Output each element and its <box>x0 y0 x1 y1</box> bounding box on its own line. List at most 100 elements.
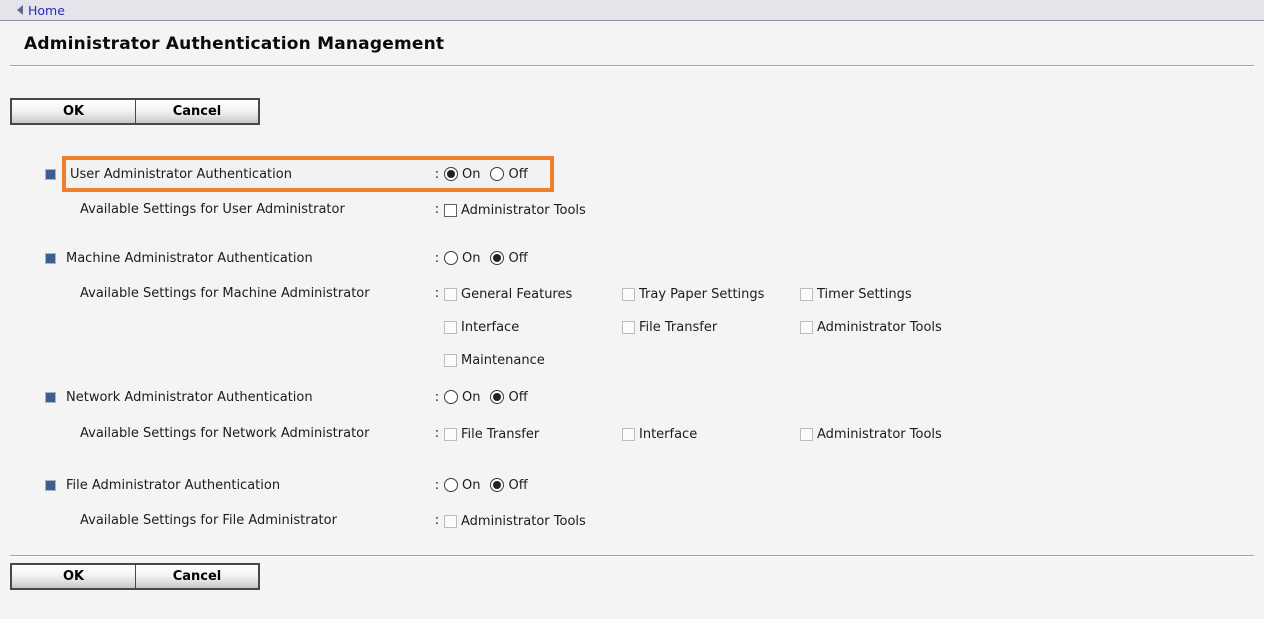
back-arrow-icon <box>17 5 23 15</box>
checkbox-grid: Administrator Tools <box>444 511 989 531</box>
checkbox[interactable] <box>800 321 813 334</box>
section-bullet-icon <box>45 169 56 180</box>
radio-off-label: Off <box>508 251 527 266</box>
radio-on[interactable] <box>444 167 458 181</box>
machine-admin-auth-radio-group: On Off <box>444 251 538 266</box>
checkbox[interactable] <box>444 321 457 334</box>
checkbox-option[interactable]: Tray Paper Settings <box>622 284 800 304</box>
checkbox-option[interactable]: Interface <box>444 317 622 337</box>
available-settings-network-admin: Available Settings for Network Administr… <box>0 424 1264 444</box>
ok-button[interactable]: OK <box>12 565 135 588</box>
section-bullet-icon <box>45 253 56 264</box>
home-link-label: Home <box>28 3 65 18</box>
section-label: Machine Administrator Authentication <box>66 251 430 266</box>
checkbox[interactable] <box>622 428 635 441</box>
available-settings-file-admin: Available Settings for File Administrato… <box>0 511 1264 531</box>
checkbox-label: Administrator Tools <box>817 320 942 335</box>
radio-on[interactable] <box>444 478 458 492</box>
colon-separator: : <box>430 511 444 531</box>
section-bullet-icon <box>45 480 56 491</box>
checkbox-label: Administrator Tools <box>461 203 586 218</box>
file-admin-auth-radio-group: On Off <box>444 478 538 493</box>
top-button-group: OK Cancel <box>10 98 260 125</box>
checkbox-label: Administrator Tools <box>817 427 942 442</box>
section-file-admin: File Administrator Authentication : On O… <box>0 474 1264 496</box>
checkbox-option[interactable]: Administrator Tools <box>444 511 622 531</box>
checkbox-label: File Transfer <box>639 320 717 335</box>
checkbox-option[interactable]: Administrator Tools <box>800 424 978 444</box>
checkbox[interactable] <box>444 515 457 528</box>
bottom-button-group: OK Cancel <box>10 563 260 590</box>
radio-off[interactable] <box>490 251 504 265</box>
title-divider <box>10 65 1254 67</box>
checkbox[interactable] <box>622 288 635 301</box>
section-label: Network Administrator Authentication <box>66 390 430 405</box>
section-network-admin: Network Administrator Authentication : O… <box>0 386 1264 408</box>
radio-on-label: On <box>462 390 480 405</box>
checkbox[interactable] <box>444 354 457 367</box>
section-bullet-icon <box>45 392 56 403</box>
colon-separator: : <box>430 251 444 266</box>
checkbox-option[interactable]: File Transfer <box>622 317 800 337</box>
section-label: User Administrator Authentication <box>70 167 430 182</box>
cancel-button[interactable]: Cancel <box>135 100 258 123</box>
checkbox[interactable] <box>444 204 457 217</box>
section-label: File Administrator Authentication <box>66 478 430 493</box>
radio-on[interactable] <box>444 251 458 265</box>
checkbox-label: File Transfer <box>461 427 539 442</box>
user-admin-auth-radio-group: On Off <box>444 167 538 182</box>
available-settings-label: Available Settings for File Administrato… <box>80 511 430 531</box>
checkbox-option[interactable]: General Features <box>444 284 622 304</box>
checkbox-option[interactable]: Administrator Tools <box>800 317 978 337</box>
checkbox[interactable] <box>800 288 813 301</box>
radio-off-label: Off <box>508 167 527 182</box>
bottom-divider <box>10 555 1254 557</box>
radio-on-label: On <box>462 167 480 182</box>
checkbox-option[interactable]: Interface <box>622 424 800 444</box>
home-link[interactable]: Home <box>17 3 65 18</box>
radio-off[interactable] <box>490 390 504 404</box>
radio-on[interactable] <box>444 390 458 404</box>
radio-off[interactable] <box>490 167 504 181</box>
checkbox-label: Maintenance <box>461 353 545 368</box>
radio-on-label: On <box>462 251 480 266</box>
colon-separator: : <box>430 424 444 444</box>
checkbox[interactable] <box>622 321 635 334</box>
checkbox[interactable] <box>444 428 457 441</box>
radio-off[interactable] <box>490 478 504 492</box>
checkbox-grid: Administrator Tools <box>444 200 989 220</box>
available-settings-user-admin: Available Settings for User Administrato… <box>0 200 1264 220</box>
section-machine-admin: Machine Administrator Authentication : O… <box>0 247 1264 269</box>
radio-off-label: Off <box>508 478 527 493</box>
checkbox[interactable] <box>444 288 457 301</box>
checkbox-option[interactable]: File Transfer <box>444 424 622 444</box>
highlight-box: User Administrator Authentication : On O… <box>62 156 554 192</box>
available-settings-label: Available Settings for User Administrato… <box>80 200 430 220</box>
checkbox-label: Administrator Tools <box>461 514 586 529</box>
checkbox-label: Interface <box>461 320 519 335</box>
checkbox-option[interactable]: Administrator Tools <box>444 200 622 220</box>
colon-separator: : <box>430 167 444 182</box>
network-admin-auth-radio-group: On Off <box>444 390 538 405</box>
top-nav-bar: Home <box>0 0 1264 21</box>
checkbox-label: Interface <box>639 427 697 442</box>
page-title: Administrator Authentication Management <box>24 34 1264 54</box>
checkbox-option[interactable]: Maintenance <box>444 350 622 370</box>
checkbox-grid: File Transfer Interface Administrator To… <box>444 424 989 444</box>
available-settings-label: Available Settings for Network Administr… <box>80 424 430 444</box>
colon-separator: : <box>430 390 444 405</box>
checkbox-option[interactable]: Timer Settings <box>800 284 978 304</box>
available-settings-machine-admin: Available Settings for Machine Administr… <box>0 284 1264 370</box>
checkbox-grid: General Features Tray Paper Settings Tim… <box>444 284 989 370</box>
available-settings-label: Available Settings for Machine Administr… <box>80 284 430 304</box>
checkbox[interactable] <box>800 428 813 441</box>
checkbox-label: Timer Settings <box>817 287 912 302</box>
colon-separator: : <box>430 200 444 220</box>
colon-separator: : <box>430 284 444 304</box>
ok-button[interactable]: OK <box>12 100 135 123</box>
radio-on-label: On <box>462 478 480 493</box>
radio-off-label: Off <box>508 390 527 405</box>
cancel-button[interactable]: Cancel <box>135 565 258 588</box>
colon-separator: : <box>430 478 444 493</box>
checkbox-label: General Features <box>461 287 572 302</box>
